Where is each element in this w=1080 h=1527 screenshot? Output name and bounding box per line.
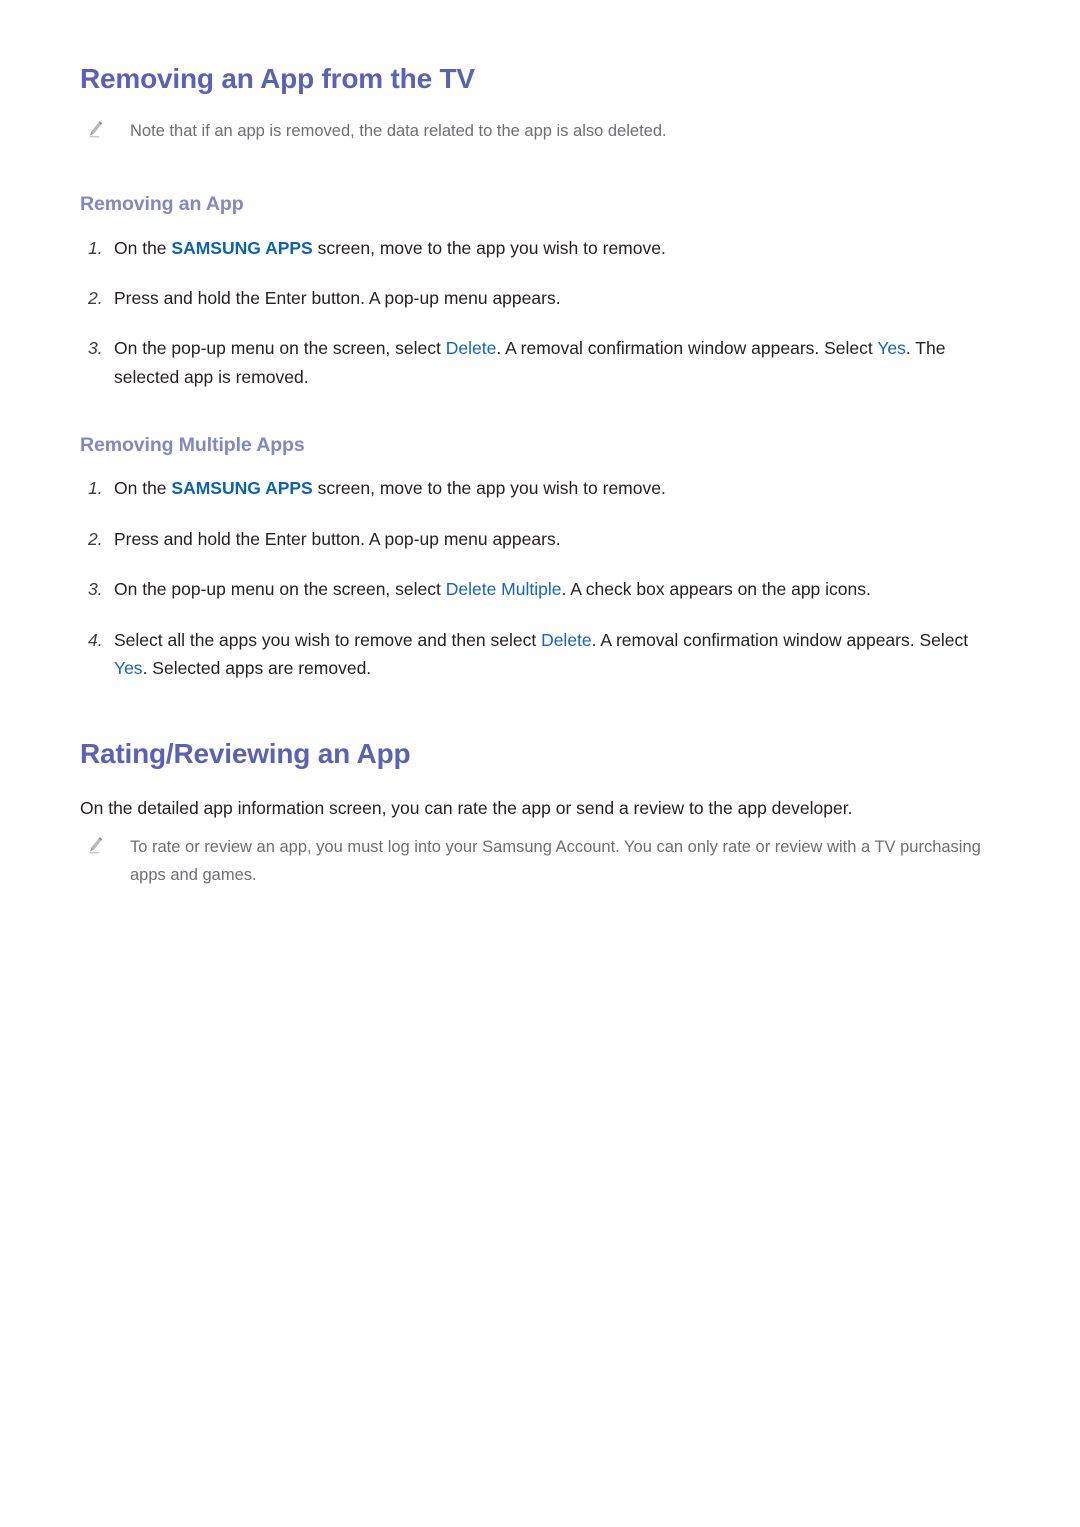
step-item: 1. On the SAMSUNG APPS screen, move to th… (80, 474, 985, 502)
step-item: 1. On the SAMSUNG APPS screen, move to th… (80, 234, 985, 262)
page-title-rating-reviewing-an-app: Rating/Reviewing an App (80, 738, 411, 770)
text-run: . A removal confirmation window appears.… (591, 629, 969, 650)
text-run: Press and hold the Enter button. A pop-u… (114, 288, 561, 309)
step-text: On the SAMSUNG APPS screen, move to the … (114, 474, 985, 502)
keyword-emphasis: Delete Multiple (445, 579, 562, 600)
step-number: 4. (88, 629, 103, 650)
text-run: . A removal confirmation window appears.… (496, 338, 878, 359)
note-text: To rate or review an app, you must log i… (130, 837, 981, 884)
step-number: 1. (88, 478, 103, 499)
steps-list-removing-multiple-apps: 1. On the SAMSUNG APPS screen, move to th… (80, 474, 985, 682)
note-rating-requires-samsung-account: To rate or review an app, you must log i… (80, 834, 985, 889)
paragraph-rating-intro: On the detailed app information screen, … (80, 797, 853, 818)
text-run: On the (114, 478, 172, 499)
document-page: Removing an App from the TV Note that if… (0, 0, 1080, 1527)
step-text: Select all the apps you wish to remove a… (114, 626, 985, 683)
step-number: 2. (88, 528, 103, 549)
step-item: 2. Press and hold the Enter button. A pop… (80, 284, 985, 312)
keyword-emphasis: SAMSUNG APPS (171, 478, 313, 499)
note-text: Note that if an app is removed, the data… (130, 121, 667, 140)
text-run: screen, move to the app you wish to remo… (312, 478, 666, 499)
step-item: 4. Select all the apps you wish to remove… (80, 626, 985, 683)
subheading-removing-multiple-apps: Removing Multiple Apps (80, 434, 305, 457)
step-text: On the SAMSUNG APPS screen, move to the … (114, 234, 985, 262)
page-title-removing-an-app-from-the-tv: Removing an App from the TV (80, 63, 475, 94)
step-item: 3. On the pop-up menu on the screen, sele… (80, 334, 985, 391)
step-number: 1. (88, 237, 103, 258)
step-text: Press and hold the Enter button. A pop-u… (114, 284, 985, 312)
text-run: On the pop-up menu on the screen, select (114, 338, 446, 359)
keyword-emphasis: SAMSUNG APPS (171, 237, 313, 258)
note-removing-app-data-deleted: Note that if an app is removed, the data… (80, 118, 985, 146)
subheading-removing-an-app: Removing an App (80, 193, 244, 216)
text-run: On the (114, 237, 172, 258)
pencil-icon (88, 836, 104, 854)
keyword-emphasis: Delete (445, 338, 497, 359)
text-run: Press and hold the Enter button. A pop-u… (114, 528, 561, 549)
text-run: . A check box appears on the app icons. (561, 579, 871, 600)
step-text: On the pop-up menu on the screen, select… (114, 334, 985, 391)
keyword-emphasis: Yes (877, 338, 906, 359)
text-run: On the pop-up menu on the screen, select (114, 579, 446, 600)
keyword-emphasis: Delete (541, 629, 592, 650)
keyword-emphasis: Yes (114, 657, 143, 678)
step-number: 3. (88, 579, 103, 600)
step-item: 2. Press and hold the Enter button. A pop… (80, 525, 985, 553)
steps-list-removing-an-app: 1. On the SAMSUNG APPS screen, move to th… (80, 234, 985, 391)
pencil-icon (88, 120, 104, 138)
step-number: 3. (88, 338, 103, 359)
step-number: 2. (88, 288, 103, 309)
text-run: Select all the apps you wish to remove a… (114, 629, 542, 650)
text-run: screen, move to the app you wish to remo… (312, 237, 666, 258)
step-text: Press and hold the Enter button. A pop-u… (114, 525, 985, 553)
step-text: On the pop-up menu on the screen, select… (114, 575, 985, 603)
text-run: . Selected apps are removed. (142, 657, 372, 678)
step-item: 3. On the pop-up menu on the screen, sele… (80, 575, 985, 603)
